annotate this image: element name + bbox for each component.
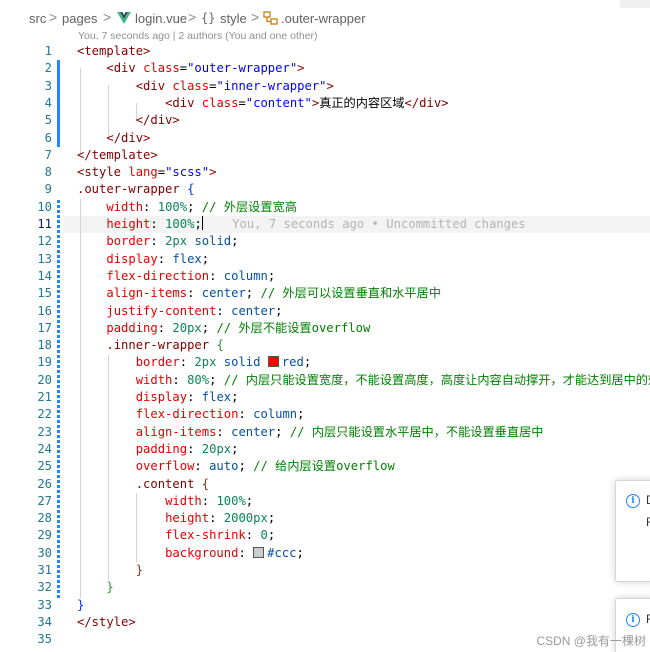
notification-toast[interactable]: i D R xyxy=(615,480,650,582)
chevron-right-icon: > xyxy=(103,9,112,25)
code-line-30: 30 background: #ccc; xyxy=(37,545,304,560)
code-line-16: 16 justify-content: center; xyxy=(37,303,283,318)
code-line-34: 34 </style> xyxy=(37,614,136,629)
code-line-26: 26 .content { xyxy=(37,476,210,491)
code-line-6: 6 </div> xyxy=(44,130,151,145)
color-swatch-ccc[interactable] xyxy=(253,546,265,558)
text-cursor xyxy=(201,216,203,230)
css-selector-icon xyxy=(263,11,278,25)
code-line-12: 12 border: 2px solid; xyxy=(37,234,239,249)
code-line-4: 4 <div class="content">真正的内容区域</div> xyxy=(44,95,449,110)
chevron-right-icon: > xyxy=(251,9,260,25)
code-line-10: 10 width: 100%; // 外层设置宽高 xyxy=(37,199,297,214)
breadcrumb-item-file[interactable]: login.vue xyxy=(135,11,187,26)
info-icon: i xyxy=(626,613,640,627)
info-icon: i xyxy=(626,494,640,508)
code-line-33: 33} xyxy=(37,597,85,612)
chevron-right-icon: > xyxy=(188,9,197,25)
code-line-27: 27 width: 100%; xyxy=(37,493,254,508)
code-line-22: 22 flex-direction: column; xyxy=(37,407,305,422)
notification-title: F xyxy=(646,612,650,626)
notification-title: D xyxy=(646,493,650,507)
code-line-15: 15 align-items: center; // 外层可以设置垂直和水平居中 xyxy=(37,286,441,301)
scrollbar-track xyxy=(620,0,650,8)
breadcrumb-item-pages[interactable]: pages xyxy=(62,11,97,26)
code-line-29: 29 flex-shrink: 0; xyxy=(37,528,276,543)
code-line-25: 25 overflow: auto; // 给内层设置overflow xyxy=(37,459,395,474)
code-line-8: 8 <style lang="scss"> xyxy=(44,165,217,180)
vue-file-icon xyxy=(117,12,131,24)
code-line-19: 19 border: 2px solid red; xyxy=(37,355,312,370)
notification-body: R xyxy=(646,515,650,529)
code-line-31: 31 } xyxy=(37,563,144,577)
code-line-13: 13 display: flex; xyxy=(37,251,210,266)
inline-blame[interactable]: You, 7 seconds ago • Uncommitted changes xyxy=(232,217,526,231)
watermark: CSDN @我有一棵树 xyxy=(536,634,646,648)
code-line-14: 14 flex-direction: column; xyxy=(37,268,276,283)
breadcrumb-item-style[interactable]: style xyxy=(220,11,247,26)
code-line-17: 17 padding: 20px; // 外层不能设置overflow xyxy=(37,320,371,335)
breadcrumb-item-selector[interactable]: .outer-wrapper xyxy=(281,11,366,26)
code-line-28: 28 height: 2000px; xyxy=(37,511,276,526)
braces-icon: {} xyxy=(201,11,216,25)
code-line-24: 24 padding: 20px; xyxy=(37,441,239,456)
code-line-9: 9 .outer-wrapper { xyxy=(44,182,195,197)
code-line-11: 11 height: 100%; You, 7 seconds ago • Un… xyxy=(37,216,526,231)
code-line-7: 7 </template> xyxy=(44,147,158,162)
chevron-right-icon: > xyxy=(49,9,58,25)
code-line-23: 23 align-items: center; // 内层只能设置水平居中，不能… xyxy=(37,424,544,439)
code-line-5: 5 </div> xyxy=(44,113,180,128)
color-swatch-red[interactable] xyxy=(267,356,279,368)
code-line-3: 3 <div class="inner-wrapper"> xyxy=(44,78,334,93)
breadcrumb-item-src[interactable]: src xyxy=(29,11,46,26)
code-line-20: 20 width: 80%; // 内层只能设置宽度，不能设置高度，高度让内容自… xyxy=(37,372,650,387)
code-line-32: 32 } xyxy=(37,580,114,595)
code-line-21: 21 display: flex; xyxy=(37,390,239,404)
code-line-2: 2 <div class="outer-wrapper"> xyxy=(44,61,305,76)
code-line-1: 1 <template> xyxy=(44,44,151,58)
codelens-blame[interactable]: You, 7 seconds ago | 2 authors (You and … xyxy=(78,30,318,42)
code-editor[interactable]: 1 <template> 2 <div class="outer-wrapper"… xyxy=(0,43,650,652)
code-line-18: 18 .inner-wrapper { xyxy=(37,338,224,353)
